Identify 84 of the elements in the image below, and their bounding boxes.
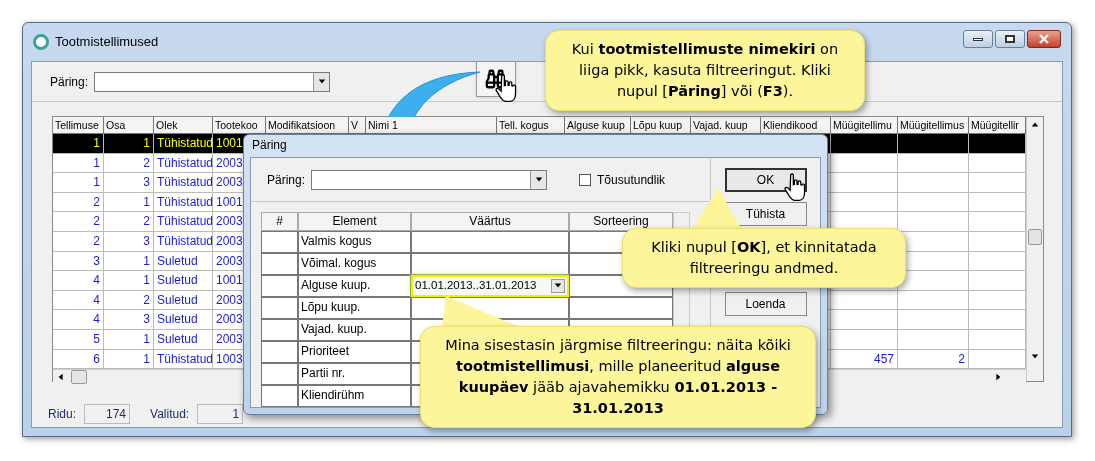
row-number-cell <box>261 363 298 385</box>
dropdown-arrow-icon <box>554 282 562 290</box>
dropdown-arrow-icon <box>317 77 326 86</box>
vertical-scrollbar[interactable] <box>1026 117 1043 381</box>
table-cell: 3 <box>104 310 154 330</box>
query-label: Päring: <box>50 73 89 91</box>
maximize-button[interactable] <box>995 30 1025 48</box>
query-dropdown[interactable] <box>94 71 331 92</box>
element-cell: Alguse kuup. <box>298 275 411 297</box>
column-header[interactable]: Element <box>298 212 411 231</box>
column-header[interactable]: Sorteering <box>569 212 673 231</box>
query-dropdown[interactable] <box>311 169 548 190</box>
table-cell <box>898 310 969 330</box>
scroll-right-icon <box>994 373 1002 382</box>
selected-label: Valitud: <box>150 406 190 423</box>
value-cell[interactable] <box>411 231 569 253</box>
binoculars-icon <box>485 67 508 90</box>
element-cell: Valmis kogus <box>298 231 411 253</box>
scroll-thumb[interactable] <box>71 370 87 385</box>
element-cell: Vajad. kuup. <box>298 319 411 341</box>
value-text: 01.01.2013..31.01.2013 <box>415 278 537 294</box>
element-cell: Võimal. kogus <box>298 253 411 275</box>
dropdown-arrow-icon <box>534 175 543 184</box>
table-cell: Suletud <box>154 310 213 330</box>
table-cell <box>898 173 969 193</box>
table-cell: 1 <box>104 329 154 350</box>
element-cell: Prioriteet <box>298 341 411 363</box>
table-cell: 1 <box>53 134 104 154</box>
value-dropdown[interactable]: 01.01.2013..31.01.2013 <box>411 275 569 297</box>
window-title: Tootmistellimused <box>55 33 159 52</box>
table-cell: 5 <box>53 329 104 350</box>
checkbox-label: Tõusutundlik <box>597 171 666 189</box>
scroll-up-icon <box>1031 121 1039 129</box>
table-cell: Suletud <box>154 271 213 291</box>
table-cell: 3 <box>104 173 154 193</box>
hint-tooltip: Kui tootmistellimuste nimekiri on liiga pikk, kasuta filtreeringut. Kliki nupul [Päring] või (F3). <box>545 30 865 111</box>
app-icon <box>33 34 49 50</box>
callout-tail <box>692 188 742 230</box>
row-number-cell <box>261 275 298 297</box>
element-cell: Lõpu kuup. <box>298 297 411 319</box>
element-cell: Kliendirühm <box>298 385 411 407</box>
sort-cell[interactable] <box>569 297 673 319</box>
table-cell: 1 <box>104 134 154 154</box>
value-cell[interactable] <box>411 253 569 275</box>
selected-count: 1 <box>197 404 244 424</box>
element-cell: Partii nr. <box>298 363 411 385</box>
rows-count: 174 <box>84 404 130 424</box>
table-cell <box>898 134 969 154</box>
table-cell: Tühistatud <box>154 231 213 252</box>
table-cell: Tühistatud <box>154 173 213 193</box>
row-number-cell <box>261 297 298 319</box>
table-cell <box>831 310 898 330</box>
table-cell: 3 <box>104 231 154 252</box>
row-number-cell <box>261 341 298 363</box>
table-cell: 4 <box>53 310 104 330</box>
table-cell: 2 <box>53 212 104 232</box>
close-icon <box>1039 34 1049 44</box>
table-cell <box>898 329 969 350</box>
column-header[interactable]: Väärtus <box>411 212 569 231</box>
table-cell <box>831 134 898 154</box>
table-cell <box>831 329 898 350</box>
table-cell: 4 <box>53 271 104 291</box>
table-cell <box>831 173 898 193</box>
minimize-button[interactable] <box>963 30 993 48</box>
dialog-button[interactable]: Loenda <box>724 292 807 316</box>
scroll-thumb[interactable] <box>1028 229 1042 245</box>
table-cell: 1 <box>104 271 154 291</box>
column-header[interactable]: # <box>261 212 298 231</box>
row-number-cell <box>261 385 298 407</box>
query-label: Päring: <box>267 171 306 189</box>
row-number-cell <box>261 231 298 253</box>
table-cell: Suletud <box>154 329 213 350</box>
table-cell: Tühistatud <box>154 134 213 154</box>
checkbox[interactable] <box>579 173 592 186</box>
scroll-left-icon <box>57 373 65 382</box>
rows-label: Ridu: <box>48 406 76 423</box>
table-cell: 1 <box>53 173 104 193</box>
table-cell: 2 <box>104 212 154 232</box>
table-cell: Tühistatud <box>154 212 213 232</box>
row-number-cell <box>261 319 298 341</box>
table-cell: 2 <box>53 231 104 252</box>
close-button[interactable] <box>1027 30 1061 48</box>
row-number-cell <box>261 253 298 275</box>
scroll-down-icon <box>1031 353 1039 361</box>
